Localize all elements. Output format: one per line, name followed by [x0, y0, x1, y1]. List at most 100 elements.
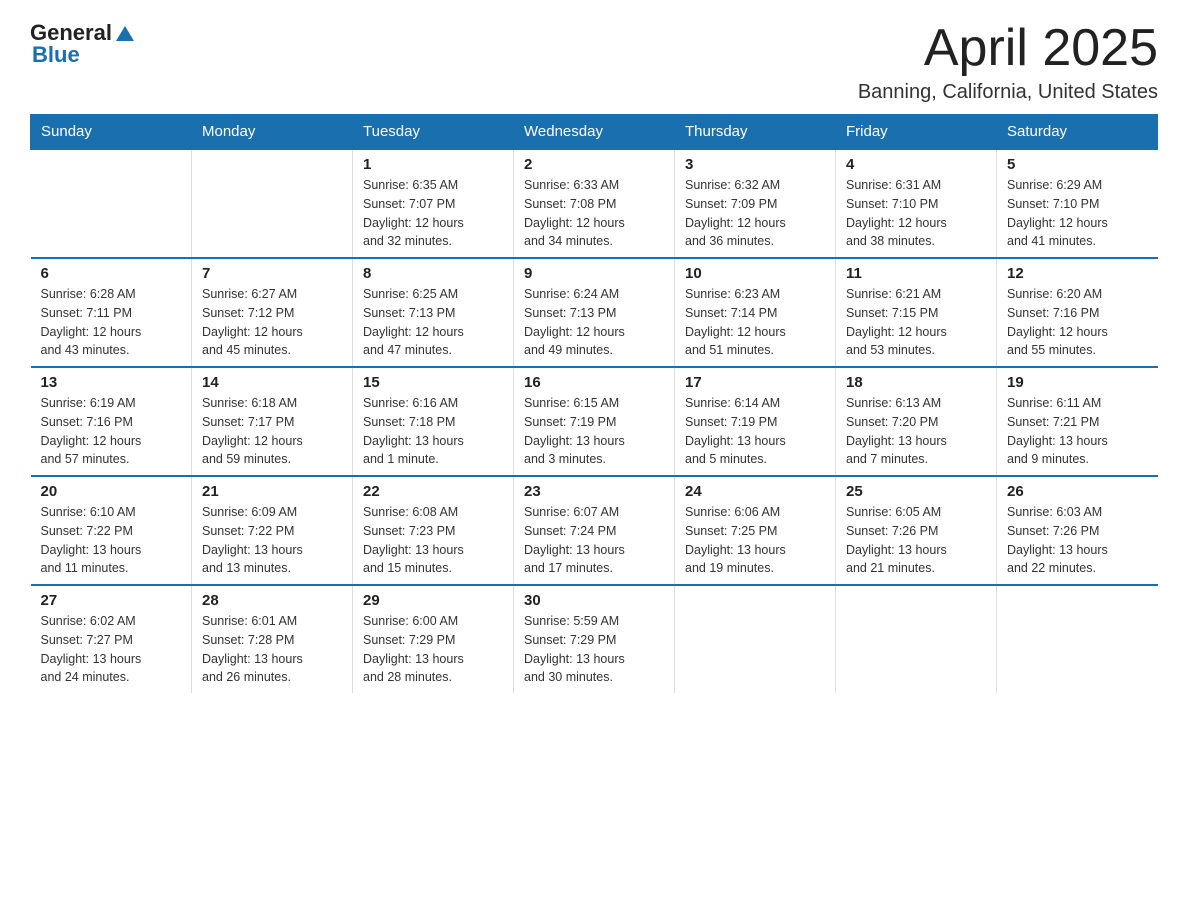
day-number: 9 — [524, 265, 664, 282]
day-info: Sunrise: 6:15 AM Sunset: 7:19 PM Dayligh… — [524, 394, 664, 469]
day-info: Sunrise: 6:14 AM Sunset: 7:19 PM Dayligh… — [685, 394, 825, 469]
day-of-week-header: Wednesday — [514, 115, 675, 150]
day-info: Sunrise: 6:07 AM Sunset: 7:24 PM Dayligh… — [524, 503, 664, 578]
day-info: Sunrise: 6:01 AM Sunset: 7:28 PM Dayligh… — [202, 612, 342, 687]
day-number: 10 — [685, 265, 825, 282]
calendar-week-row: 27Sunrise: 6:02 AM Sunset: 7:27 PM Dayli… — [31, 585, 1158, 693]
day-info: Sunrise: 6:20 AM Sunset: 7:16 PM Dayligh… — [1007, 285, 1148, 360]
calendar-week-row: 1 Sunrise: 6:35 AM Sunset: 7:07 PM Daylig… — [31, 149, 1158, 258]
calendar-day-cell: 28 Sunrise: 6:01 AM Sunset: 7:28 PM Dayli… — [192, 585, 353, 693]
day-info: Sunrise: 5:59 AM Sunset: 7:29 PM Dayligh… — [524, 612, 664, 687]
day-number: 6 — [41, 265, 182, 282]
day-info: Sunrise: 6:13 AM Sunset: 7:20 PM Dayligh… — [846, 394, 986, 469]
day-number: 28 — [202, 592, 342, 609]
day-info: Sunrise: 6:06 AM Sunset: 7:25 PM Dayligh… — [685, 503, 825, 578]
day-number: 8 — [363, 265, 503, 282]
day-number: 30 — [524, 592, 664, 609]
day-number: 29 — [363, 592, 503, 609]
day-info: Sunrise: 6:09 AM Sunset: 7:22 PM Dayligh… — [202, 503, 342, 578]
day-info: Sunrise: 6:24 AM Sunset: 7:13 PM Dayligh… — [524, 285, 664, 360]
day-number: 7 — [202, 265, 342, 282]
day-number: 12 — [1007, 265, 1148, 282]
day-of-week-header: Tuesday — [353, 115, 514, 150]
calendar-day-cell: 18 Sunrise: 6:13 AM Sunset: 7:20 PM Dayli… — [836, 367, 997, 476]
day-info: Sunrise: 6:35 AM Sunset: 7:07 PM Dayligh… — [363, 176, 503, 251]
day-number: 18 — [846, 374, 986, 391]
title-block: April 2025 Banning, California, United S… — [858, 20, 1158, 104]
day-of-week-header: Friday — [836, 115, 997, 150]
day-info: Sunrise: 6:18 AM Sunset: 7:17 PM Dayligh… — [202, 394, 342, 469]
day-info: Sunrise: 6:00 AM Sunset: 7:29 PM Dayligh… — [363, 612, 503, 687]
calendar-table: SundayMondayTuesdayWednesdayThursdayFrid… — [30, 114, 1158, 693]
calendar-day-cell: 13Sunrise: 6:19 AM Sunset: 7:16 PM Dayli… — [31, 367, 192, 476]
day-info: Sunrise: 6:27 AM Sunset: 7:12 PM Dayligh… — [202, 285, 342, 360]
calendar-day-cell — [997, 585, 1158, 693]
day-info: Sunrise: 6:16 AM Sunset: 7:18 PM Dayligh… — [363, 394, 503, 469]
page-subtitle: Banning, California, United States — [858, 81, 1158, 104]
calendar-day-cell: 16 Sunrise: 6:15 AM Sunset: 7:19 PM Dayli… — [514, 367, 675, 476]
calendar-day-cell: 29 Sunrise: 6:00 AM Sunset: 7:29 PM Dayli… — [353, 585, 514, 693]
day-info: Sunrise: 6:11 AM Sunset: 7:21 PM Dayligh… — [1007, 394, 1148, 469]
calendar-day-cell: 20 Sunrise: 6:10 AM Sunset: 7:22 PM Dayli… — [31, 476, 192, 585]
day-info: Sunrise: 6:32 AM Sunset: 7:09 PM Dayligh… — [685, 176, 825, 251]
day-info: Sunrise: 6:31 AM Sunset: 7:10 PM Dayligh… — [846, 176, 986, 251]
day-number: 24 — [685, 483, 825, 500]
calendar-day-cell: 24 Sunrise: 6:06 AM Sunset: 7:25 PM Dayli… — [675, 476, 836, 585]
page-header: General Blue April 2025 Banning, Califor… — [30, 20, 1158, 104]
logo: General Blue — [30, 20, 136, 68]
page-title: April 2025 — [858, 20, 1158, 77]
day-number: 2 — [524, 156, 664, 173]
calendar-day-cell: 21 Sunrise: 6:09 AM Sunset: 7:22 PM Dayli… — [192, 476, 353, 585]
calendar-day-cell: 6Sunrise: 6:28 AM Sunset: 7:11 PM Daylig… — [31, 258, 192, 367]
calendar-day-cell: 19 Sunrise: 6:11 AM Sunset: 7:21 PM Dayli… — [997, 367, 1158, 476]
calendar-day-cell: 10 Sunrise: 6:23 AM Sunset: 7:14 PM Dayli… — [675, 258, 836, 367]
day-info: Sunrise: 6:25 AM Sunset: 7:13 PM Dayligh… — [363, 285, 503, 360]
calendar-day-cell: 26Sunrise: 6:03 AM Sunset: 7:26 PM Dayli… — [997, 476, 1158, 585]
day-number: 23 — [524, 483, 664, 500]
day-number: 5 — [1007, 156, 1148, 173]
logo-blue-text: Blue — [32, 42, 80, 68]
calendar-day-cell: 7 Sunrise: 6:27 AM Sunset: 7:12 PM Daylig… — [192, 258, 353, 367]
calendar-day-cell: 8 Sunrise: 6:25 AM Sunset: 7:13 PM Daylig… — [353, 258, 514, 367]
calendar-day-cell — [675, 585, 836, 693]
day-number: 25 — [846, 483, 986, 500]
day-info: Sunrise: 6:29 AM Sunset: 7:10 PM Dayligh… — [1007, 176, 1148, 251]
calendar-day-cell: 22 Sunrise: 6:08 AM Sunset: 7:23 PM Dayli… — [353, 476, 514, 585]
day-of-week-header: Sunday — [31, 115, 192, 150]
day-info: Sunrise: 6:33 AM Sunset: 7:08 PM Dayligh… — [524, 176, 664, 251]
day-info: Sunrise: 6:02 AM Sunset: 7:27 PM Dayligh… — [41, 612, 182, 687]
calendar-day-cell — [836, 585, 997, 693]
day-info: Sunrise: 6:10 AM Sunset: 7:22 PM Dayligh… — [41, 503, 182, 578]
day-info: Sunrise: 6:05 AM Sunset: 7:26 PM Dayligh… — [846, 503, 986, 578]
day-number: 15 — [363, 374, 503, 391]
day-number: 20 — [41, 483, 182, 500]
calendar-week-row: 13Sunrise: 6:19 AM Sunset: 7:16 PM Dayli… — [31, 367, 1158, 476]
day-of-week-header: Saturday — [997, 115, 1158, 150]
day-number: 22 — [363, 483, 503, 500]
calendar-day-cell: 30 Sunrise: 5:59 AM Sunset: 7:29 PM Dayli… — [514, 585, 675, 693]
calendar-day-cell: 15 Sunrise: 6:16 AM Sunset: 7:18 PM Dayli… — [353, 367, 514, 476]
day-number: 17 — [685, 374, 825, 391]
day-info: Sunrise: 6:23 AM Sunset: 7:14 PM Dayligh… — [685, 285, 825, 360]
calendar-day-cell: 1 Sunrise: 6:35 AM Sunset: 7:07 PM Daylig… — [353, 149, 514, 258]
day-info: Sunrise: 6:08 AM Sunset: 7:23 PM Dayligh… — [363, 503, 503, 578]
day-number: 16 — [524, 374, 664, 391]
calendar-header-row: SundayMondayTuesdayWednesdayThursdayFrid… — [31, 115, 1158, 150]
calendar-day-cell: 17 Sunrise: 6:14 AM Sunset: 7:19 PM Dayli… — [675, 367, 836, 476]
calendar-day-cell: 5 Sunrise: 6:29 AM Sunset: 7:10 PM Daylig… — [997, 149, 1158, 258]
day-number: 26 — [1007, 483, 1148, 500]
day-of-week-header: Monday — [192, 115, 353, 150]
calendar-day-cell: 12 Sunrise: 6:20 AM Sunset: 7:16 PM Dayli… — [997, 258, 1158, 367]
calendar-day-cell: 27Sunrise: 6:02 AM Sunset: 7:27 PM Dayli… — [31, 585, 192, 693]
day-number: 19 — [1007, 374, 1148, 391]
day-number: 4 — [846, 156, 986, 173]
calendar-day-cell: 2 Sunrise: 6:33 AM Sunset: 7:08 PM Daylig… — [514, 149, 675, 258]
calendar-day-cell: 3Sunrise: 6:32 AM Sunset: 7:09 PM Daylig… — [675, 149, 836, 258]
day-info: Sunrise: 6:21 AM Sunset: 7:15 PM Dayligh… — [846, 285, 986, 360]
calendar-week-row: 20 Sunrise: 6:10 AM Sunset: 7:22 PM Dayli… — [31, 476, 1158, 585]
calendar-day-cell — [31, 149, 192, 258]
calendar-day-cell: 25 Sunrise: 6:05 AM Sunset: 7:26 PM Dayli… — [836, 476, 997, 585]
day-number: 1 — [363, 156, 503, 173]
day-number: 21 — [202, 483, 342, 500]
calendar-day-cell: 4 Sunrise: 6:31 AM Sunset: 7:10 PM Daylig… — [836, 149, 997, 258]
